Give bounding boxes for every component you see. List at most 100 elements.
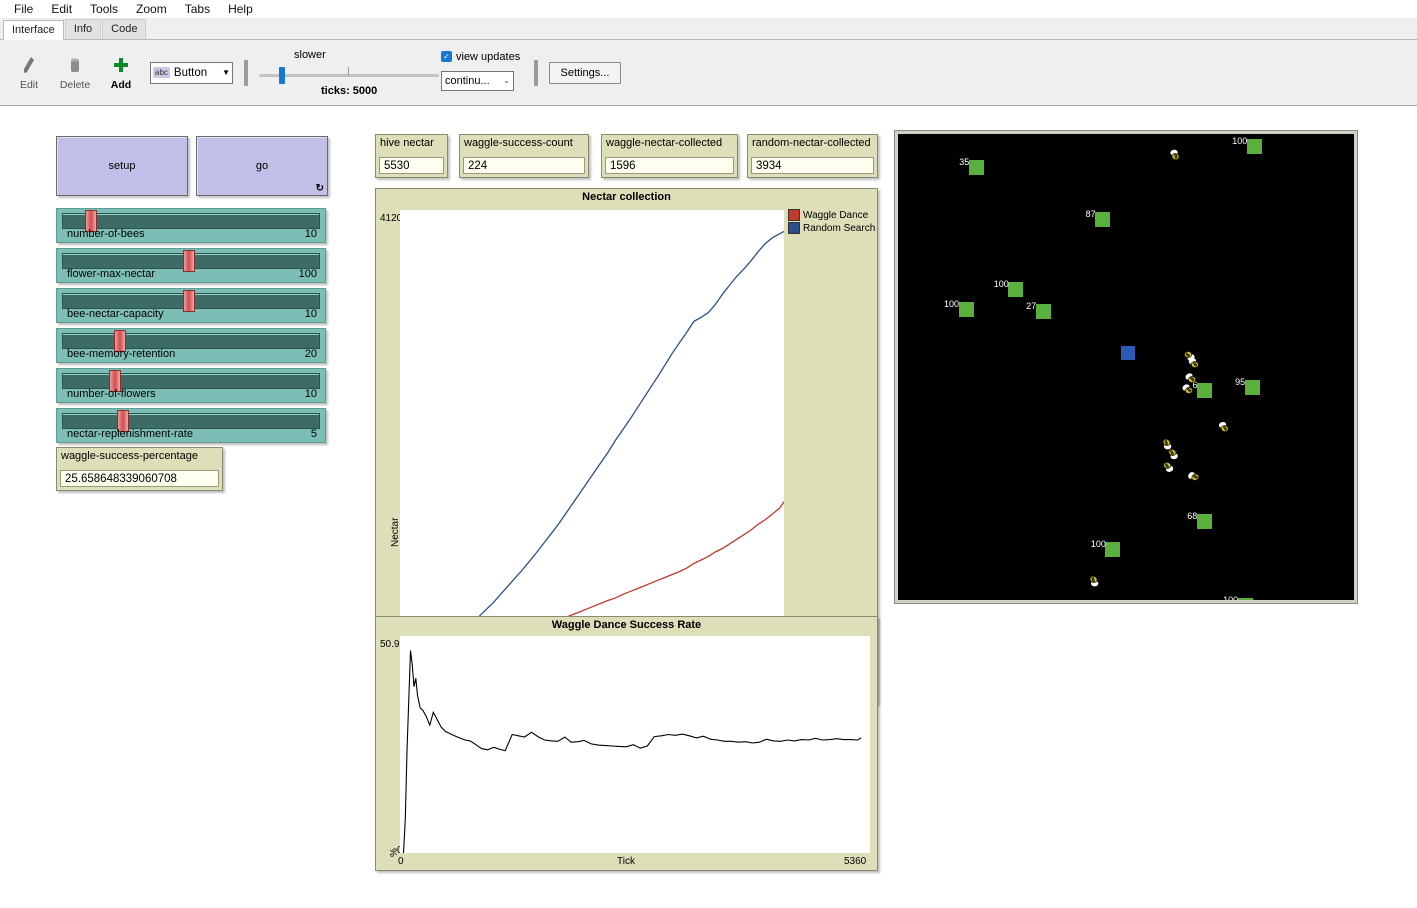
slider-bee-nectar-capacity[interactable]: bee-nectar-capacity 10 — [56, 288, 326, 323]
menu-item-edit[interactable]: Edit — [42, 1, 81, 17]
slider-value: 20 — [305, 348, 317, 360]
speed-midpoint-tick — [348, 67, 349, 75]
monitor-random-nectar-collected: random-nectar-collected 3934 — [747, 134, 878, 178]
delete-button[interactable]: Delete — [52, 54, 98, 91]
slider-bee-memory-retention[interactable]: bee-memory-retention 20 — [56, 328, 326, 363]
menu-item-zoom[interactable]: Zoom — [127, 1, 176, 17]
flower-nectar-label: 35 — [959, 158, 969, 167]
go-button[interactable]: go ↻ — [196, 136, 328, 196]
flower-nectar-label: 95 — [1235, 378, 1245, 387]
flower-patch — [1095, 212, 1110, 227]
flower-nectar-label: 100 — [1232, 137, 1247, 146]
monitor-value: 1596 — [605, 157, 734, 174]
slider-track[interactable] — [62, 213, 320, 229]
flower-nectar-label: 27 — [1026, 302, 1036, 311]
slider-value: 10 — [305, 228, 317, 240]
checkmark-icon: ✓ — [441, 51, 452, 62]
add-button[interactable]: Add — [98, 54, 144, 91]
legend-label: Random Search — [803, 223, 875, 234]
flower-patch — [1238, 598, 1253, 603]
slider-label: number-of-bees — [67, 228, 145, 240]
setup-button-label: setup — [109, 160, 136, 172]
monitor-waggle-nectar-collected: waggle-nectar-collected 1596 — [601, 134, 738, 178]
slider-value: 5 — [311, 428, 317, 440]
flower-nectar-label: 100 — [994, 280, 1009, 289]
flower-nectar-label: 68 — [1187, 512, 1197, 521]
flower-patch — [1197, 383, 1212, 398]
hive-patch — [1121, 346, 1135, 360]
slider-track[interactable] — [62, 333, 320, 349]
view-updates-label: view updates — [456, 51, 520, 63]
slider-number-of-bees[interactable]: number-of-bees 10 — [56, 208, 326, 243]
slider-number-of-flowers[interactable]: number-of-flowers 10 — [56, 368, 326, 403]
slider-flower-max-nectar[interactable]: flower-max-nectar 100 — [56, 248, 326, 283]
edit-button[interactable]: Edit — [6, 54, 52, 91]
tab-interface[interactable]: Interface — [3, 20, 64, 40]
flower-nectar-label: 100 — [1223, 596, 1238, 603]
tick-counter: ticks: 5000 — [321, 85, 377, 97]
view-updates-group: ✓ view updates continu... ⌄ — [441, 49, 523, 97]
plot-waggle-success-rate: Waggle Dance Success Rate 50.9 0 % 0 536… — [375, 616, 878, 871]
delete-label: Delete — [60, 79, 90, 91]
widget-chip-icon: abc — [153, 67, 170, 78]
speed-label: slower — [294, 49, 326, 61]
slider-label: bee-nectar-capacity — [67, 308, 164, 320]
monitor-value: 5530 — [379, 157, 444, 174]
menu-item-file[interactable]: File — [5, 1, 42, 17]
setup-button[interactable]: setup — [56, 136, 188, 196]
widget-type-value: Button — [174, 67, 207, 79]
menu-bar: File Edit Tools Zoom Tabs Help — [0, 0, 1417, 18]
legend-entry-waggle-dance: Waggle Dance — [788, 209, 875, 221]
world-view[interactable]: 35100871001002795668100100 — [895, 131, 1357, 603]
legend-swatch-random — [788, 222, 800, 234]
chevron-down-icon: ▼ — [222, 68, 230, 77]
speed-thumb[interactable] — [279, 67, 285, 84]
slider-thumb[interactable] — [183, 290, 195, 312]
x-axis-max-label: 5360 — [844, 856, 866, 867]
forever-loop-icon: ↻ — [316, 184, 324, 194]
menu-item-tabs[interactable]: Tabs — [176, 1, 219, 17]
go-button-label: go — [256, 160, 268, 172]
plot-area — [400, 636, 870, 853]
slider-nectar-replenishment-rate[interactable]: nectar-replenishment-rate 5 — [56, 408, 326, 443]
tab-code[interactable]: Code — [102, 19, 146, 39]
plot-title: Waggle Dance Success Rate — [376, 619, 877, 631]
flower-nectar-label: 100 — [1091, 540, 1106, 549]
toolbar-divider-2 — [534, 60, 538, 86]
monitor-label: hive nectar — [380, 137, 434, 149]
flower-patch — [1247, 139, 1262, 154]
monitor-value: 3934 — [751, 157, 874, 174]
y-axis-max-label: 4120 — [380, 213, 402, 224]
bee-agent — [1187, 356, 1202, 371]
flower-patch — [1036, 304, 1051, 319]
slider-value: 10 — [305, 388, 317, 400]
monitor-value: 25.658648339060708 — [60, 470, 219, 487]
menu-item-help[interactable]: Help — [219, 1, 262, 17]
view-updates-checkbox[interactable]: ✓ view updates — [441, 51, 520, 63]
widget-type-select[interactable]: abc Button ▼ — [150, 62, 233, 84]
y-axis-max-label: 50.9 — [380, 639, 399, 650]
speed-track[interactable] — [259, 74, 439, 77]
monitor-label: random-nectar-collected — [752, 137, 871, 149]
interface-canvas: setup go ↻ number-of-bees 10 flower-max-… — [0, 106, 1417, 908]
speed-slider[interactable]: slower ticks: 5000 — [259, 49, 441, 97]
slider-label: flower-max-nectar — [67, 268, 155, 280]
slider-value: 100 — [299, 268, 317, 280]
tab-info[interactable]: Info — [65, 19, 101, 39]
settings-button[interactable]: Settings... — [549, 62, 621, 84]
nectar-collection-lines — [400, 210, 784, 686]
success-rate-line — [400, 636, 870, 853]
flower-patch — [969, 160, 984, 175]
slider-thumb[interactable] — [183, 250, 195, 272]
legend-label: Waggle Dance — [803, 210, 868, 221]
slider-track[interactable] — [62, 373, 320, 389]
tab-strip: Interface Info Code — [0, 18, 1417, 40]
pencil-icon — [21, 54, 37, 76]
update-mode-select[interactable]: continu... ⌄ — [441, 71, 514, 91]
slider-track[interactable] — [62, 413, 320, 429]
slider-label: number-of-flowers — [67, 388, 156, 400]
menu-item-tools[interactable]: Tools — [81, 1, 127, 17]
plot-title: Nectar collection — [376, 191, 877, 203]
plot-legend: Waggle Dance Random Search — [788, 209, 875, 235]
legend-swatch-waggle — [788, 209, 800, 221]
